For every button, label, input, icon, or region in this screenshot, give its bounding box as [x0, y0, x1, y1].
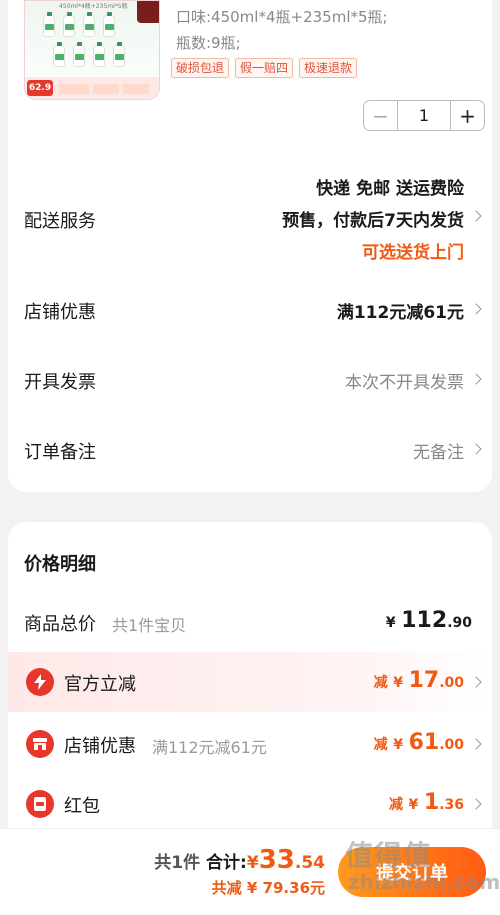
item-count: 共1件	[154, 853, 201, 873]
bottle-image	[63, 12, 75, 37]
store-discount-label: 店铺优惠	[24, 302, 96, 323]
currency-symbol: ¥	[393, 737, 403, 753]
thumbnail-coupon	[93, 84, 119, 94]
store-discount-detail-amount: 减 ¥ 61.00	[374, 730, 464, 755]
discount-prefix: 减	[388, 797, 403, 813]
service-tag: 假一赔四	[235, 58, 294, 78]
total-price-count: 共1件宝贝	[112, 616, 187, 635]
thumbnail-price-badge: 62.9	[27, 80, 53, 96]
increase-button[interactable]: +	[451, 101, 484, 130]
store-discount-detail-label: 店铺优惠	[64, 736, 136, 757]
total-price-label: 商品总价	[24, 614, 96, 635]
bottle-image	[103, 12, 115, 37]
currency-symbol: ¥	[385, 615, 396, 631]
thumbnail-coupon	[123, 84, 149, 94]
bottle-image	[43, 12, 55, 37]
official-discount-label: 官方立减	[64, 674, 136, 695]
bottle-image	[73, 42, 85, 67]
chevron-right-icon	[470, 798, 482, 810]
red-packet-amount: 减 ¥ 1.36	[389, 790, 464, 815]
total-label: 合计:	[206, 853, 247, 873]
currency-symbol: ¥	[246, 853, 259, 873]
thumbnail-caption: 450ml*4瓶+235ml*5瓶	[59, 3, 128, 10]
watermark-url: zhizhizhi.com	[348, 870, 500, 894]
red-packet-label: 红包	[64, 796, 100, 817]
delivery-door-option[interactable]: 可选送货上门	[362, 238, 464, 263]
lightning-icon	[26, 668, 54, 696]
total-decimal: .54	[294, 853, 325, 873]
price-detail-card: 价格明细 商品总价 共1件宝贝 ¥ 112.90 官方立减 减 ¥ 17.00 …	[8, 522, 492, 842]
chevron-right-icon	[470, 373, 482, 385]
invoice-value: 本次不开具发票	[345, 373, 464, 393]
amount-integer: 1	[423, 790, 440, 815]
chevron-right-icon	[470, 303, 482, 315]
official-discount-amount: 减 ¥ 17.00	[374, 668, 464, 693]
decrease-button[interactable]: −	[364, 101, 397, 130]
promo-corner	[137, 1, 159, 23]
store-discount-value: 满112元减61元	[336, 303, 464, 323]
watermark-logo: 值得值	[345, 839, 433, 872]
discount-prefix: 减	[373, 675, 388, 691]
remark-label: 订单备注	[24, 442, 96, 463]
quantity-value[interactable]: 1	[397, 101, 451, 130]
total-price-amount: ¥ 112.90	[386, 608, 472, 633]
official-discount-row[interactable]: 官方立减 减 ¥ 17.00	[8, 652, 492, 712]
amount-integer: 61	[408, 730, 440, 755]
price-detail-title: 价格明细	[24, 554, 96, 575]
quantity-stepper: − 1 +	[363, 100, 485, 131]
delivery-presale: 预售，付款后7天内发货	[282, 211, 464, 231]
chevron-right-icon	[470, 210, 482, 222]
total-saved: 共减 ¥ 79.36元	[211, 879, 325, 897]
order-card: 450ml*4瓶+235ml*5瓶 62.9 口味:450ml*4瓶+235ml…	[8, 0, 492, 492]
amount-decimal: .90	[447, 615, 472, 631]
remark-value: 无备注	[413, 443, 464, 463]
delivery-shipping: 快递 免邮 送运费险	[316, 179, 464, 199]
store-discount-detail-condition: 满112元减61元	[152, 738, 267, 757]
bottle-image	[83, 12, 95, 37]
currency-symbol: ¥	[408, 797, 419, 813]
currency-symbol: ¥	[393, 675, 403, 691]
product-spec-count: 瓶数:9瓶;	[176, 34, 241, 52]
store-icon	[26, 730, 54, 758]
delivery-label: 配送服务	[24, 211, 96, 232]
total-integer: 33	[258, 845, 295, 875]
total-price-row: 商品总价 共1件宝贝 ¥ 112.90	[8, 592, 492, 652]
chevron-right-icon	[470, 738, 482, 750]
store-discount-detail-row[interactable]: 店铺优惠 满112元减61元 减 ¥ 61.00	[8, 714, 492, 774]
chevron-right-icon	[470, 676, 482, 688]
bottle-image	[93, 42, 105, 67]
bottle-image	[53, 42, 65, 67]
amount-decimal: .00	[439, 675, 464, 691]
amount-decimal: .36	[439, 797, 464, 813]
amount-integer: 112	[401, 608, 448, 633]
thumbnail-coupon	[59, 84, 89, 94]
service-tag: 极速退款	[299, 58, 358, 78]
red-packet-icon	[26, 790, 54, 818]
checkout-total: 共1件 合计:¥33.54	[154, 845, 325, 875]
product-thumbnail[interactable]: 450ml*4瓶+235ml*5瓶 62.9	[24, 0, 160, 100]
discount-prefix: 减	[373, 737, 388, 753]
service-tag: 破损包退	[171, 58, 230, 78]
bottle-image	[113, 42, 125, 67]
amount-decimal: .00	[439, 737, 464, 753]
amount-integer: 17	[408, 668, 440, 693]
product-spec-flavor: 口味:450ml*4瓶+235ml*5瓶;	[176, 8, 388, 26]
chevron-right-icon	[470, 443, 482, 455]
service-tags: 破损包退 假一赔四 极速退款	[171, 58, 358, 78]
red-packet-row[interactable]: 红包 减 ¥ 1.36	[8, 774, 492, 834]
invoice-label: 开具发票	[24, 372, 96, 393]
